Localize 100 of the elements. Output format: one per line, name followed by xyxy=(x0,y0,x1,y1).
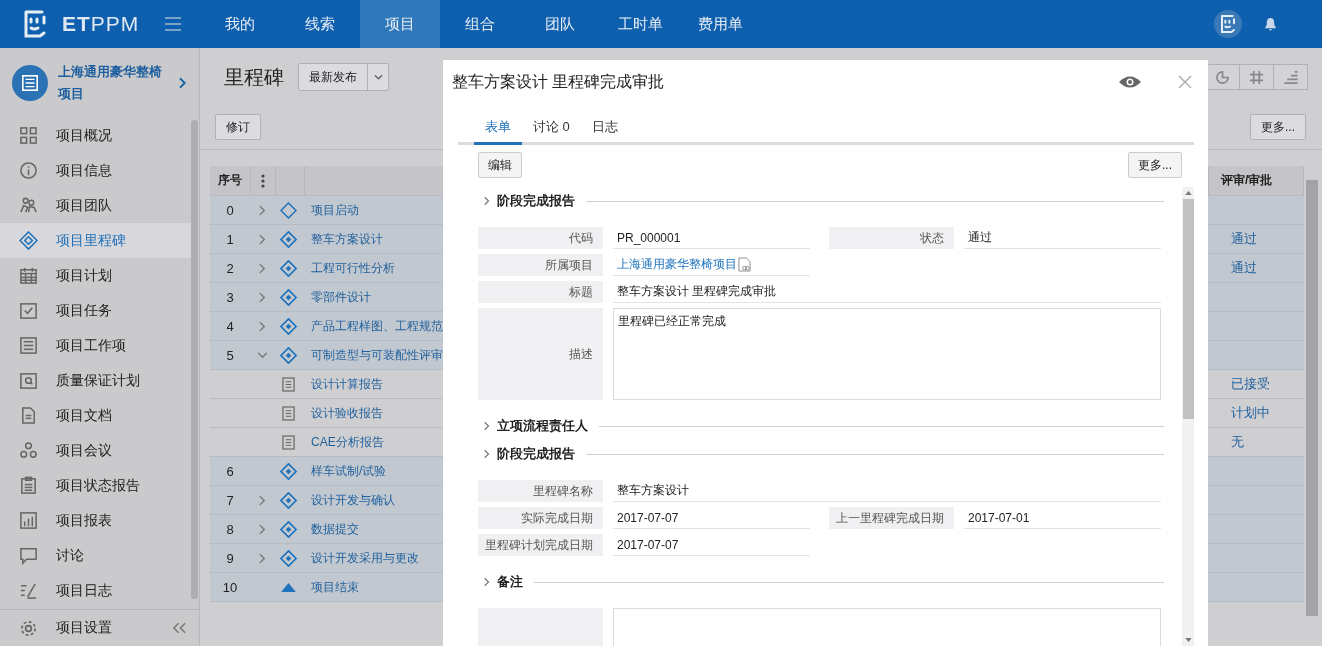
tab[interactable]: 讨论 0 xyxy=(522,114,581,145)
row-name-link[interactable]: 项目启动 xyxy=(311,201,359,219)
field-label: 描述 xyxy=(478,308,603,400)
more-button[interactable]: 更多... xyxy=(1128,152,1182,178)
field-value: 2017-07-01 xyxy=(964,507,1161,529)
row-number: 7 xyxy=(226,492,234,508)
sidebar-item[interactable]: 质量保证计划 xyxy=(0,363,191,398)
nav-tab[interactable]: 工时单 xyxy=(600,0,680,48)
revise-button[interactable]: 修订 xyxy=(215,114,261,140)
scrollbar[interactable] xyxy=(1306,180,1318,616)
grid-icon xyxy=(19,126,38,145)
settings-icon xyxy=(19,618,38,638)
text-area[interactable]: 里程碑已经正常完成 xyxy=(613,308,1161,400)
nav-tab[interactable]: 费用单 xyxy=(680,0,760,48)
view-toggle[interactable] xyxy=(1273,64,1308,90)
review-status: 无 xyxy=(1231,433,1244,451)
chevron-right-icon[interactable] xyxy=(258,523,266,535)
project-link[interactable]: 上海通用豪华整椅项目 xyxy=(617,256,737,273)
column-menu-icon[interactable] xyxy=(261,173,265,188)
edit-button[interactable]: 编辑 xyxy=(478,152,522,178)
sidebar-item[interactable]: 项目概况 xyxy=(0,118,191,153)
info-icon xyxy=(19,161,38,180)
field-label: 标题 xyxy=(478,281,603,303)
sidebar-item[interactable]: 项目团队 xyxy=(0,188,191,223)
nav-tab[interactable]: 线索 xyxy=(280,0,360,48)
sidebar-item[interactable]: 项目工作项 xyxy=(0,328,191,363)
nav-tab[interactable]: 我的 xyxy=(200,0,280,48)
row-name-link[interactable]: 可制造型与可装配性评审 xyxy=(311,346,443,364)
row-name-link[interactable]: 样车试制/试验 xyxy=(311,462,387,480)
sidebar-item[interactable]: 项目日志 xyxy=(0,573,191,608)
avatar-button[interactable] xyxy=(1214,10,1242,38)
row-name-link[interactable]: 项目结束 xyxy=(311,578,359,596)
row-number: 6 xyxy=(226,463,234,479)
sidebar-item[interactable]: 项目会议 xyxy=(0,433,191,468)
settings-item[interactable]: 项目设置 xyxy=(0,610,112,646)
row-number: 0 xyxy=(226,202,234,218)
row-name-link[interactable]: 数据提交 xyxy=(311,520,359,538)
chevron-right-icon[interactable] xyxy=(484,421,490,431)
row-name-link[interactable]: 工程可行性分析 xyxy=(311,259,395,277)
sidebar-item[interactable]: 项目任务 xyxy=(0,293,191,328)
bell-icon[interactable] xyxy=(1264,16,1277,32)
chevron-right-icon[interactable] xyxy=(258,552,266,564)
row-name-link[interactable]: 设计计算报告 xyxy=(311,375,383,393)
sidebar-item[interactable]: 讨论 xyxy=(0,538,191,573)
review-status: 已接受 xyxy=(1231,375,1270,393)
row-name-link[interactable]: 整车方案设计 xyxy=(311,230,383,248)
chevron-right-icon[interactable] xyxy=(484,449,490,459)
nav-tab[interactable]: 组合 xyxy=(440,0,520,48)
sidebar-item[interactable]: 项目报表 xyxy=(0,503,191,538)
dialog-title: 整车方案设计 里程碑完成审批 xyxy=(452,71,665,92)
chevron-right-icon[interactable] xyxy=(258,320,266,332)
project-header[interactable]: 上海通用豪华整椅项目 xyxy=(0,48,199,118)
chevron-right-icon[interactable] xyxy=(258,233,266,245)
scroll-down-icon[interactable] xyxy=(1184,638,1192,642)
review-status: 通过 xyxy=(1231,259,1257,277)
chevron-right-icon[interactable] xyxy=(258,204,266,216)
chevron-icon xyxy=(179,77,187,89)
row-name-link[interactable]: 零部件设计 xyxy=(311,288,371,306)
section-title: 立项流程责任人 xyxy=(497,417,588,435)
chevron-right-icon[interactable] xyxy=(484,196,490,206)
more-button[interactable]: 更多... xyxy=(1250,114,1306,140)
clipboard-icon xyxy=(19,371,38,390)
row-number: 1 xyxy=(226,231,234,247)
field-label: 实际完成日期 xyxy=(478,507,603,529)
chevron-right-icon[interactable] xyxy=(258,262,266,274)
field-value: 整车方案设计 里程碑完成审批 xyxy=(613,281,1161,303)
sidebar-item[interactable]: 项目计划 xyxy=(0,258,191,293)
chevron-right-icon[interactable] xyxy=(258,291,266,303)
row-number: 10 xyxy=(222,579,238,595)
chart-icon xyxy=(19,511,38,530)
sidebar-item[interactable]: 项目文档 xyxy=(0,398,191,433)
nav-tab[interactable]: 项目 xyxy=(360,0,440,48)
document-link-icon[interactable] xyxy=(738,257,751,272)
sidebar-item[interactable]: 项目状态报告 xyxy=(0,468,191,503)
tab[interactable]: 表单 xyxy=(474,114,522,145)
row-name-link[interactable]: CAE分析报告 xyxy=(311,433,384,451)
chevron-right-icon[interactable] xyxy=(258,494,266,506)
bars-icon xyxy=(1282,69,1299,85)
people-icon xyxy=(19,196,38,215)
tab[interactable]: 日志 xyxy=(580,114,629,145)
scrollbar[interactable] xyxy=(191,120,198,599)
sidebar-item[interactable]: 项目里程碑 xyxy=(0,223,191,258)
scrollbar[interactable] xyxy=(1182,187,1194,646)
chat-icon xyxy=(19,546,38,565)
chevron-right-icon[interactable] xyxy=(484,577,490,587)
row-name-link[interactable]: 设计开发采用与更改 xyxy=(311,549,419,567)
close-icon[interactable] xyxy=(1178,75,1192,89)
group-icon xyxy=(19,441,38,460)
sidebar-item[interactable]: 项目信息 xyxy=(0,153,191,188)
chevron-down-icon[interactable] xyxy=(256,351,268,359)
eye-icon[interactable] xyxy=(1118,75,1142,89)
version-dropdown[interactable]: 最新发布 xyxy=(298,63,389,91)
edit-icon xyxy=(19,581,38,600)
menu-icon[interactable] xyxy=(165,17,182,31)
nav-tab[interactable]: 团队 xyxy=(520,0,600,48)
row-name-link[interactable]: 设计开发与确认 xyxy=(311,491,395,509)
row-name-link[interactable]: 设计验收报告 xyxy=(311,404,383,422)
row-name-link[interactable]: 产品工程样图、工程规范 xyxy=(311,317,443,335)
view-toggle[interactable] xyxy=(1239,64,1274,90)
collapse-icon[interactable] xyxy=(172,622,187,634)
